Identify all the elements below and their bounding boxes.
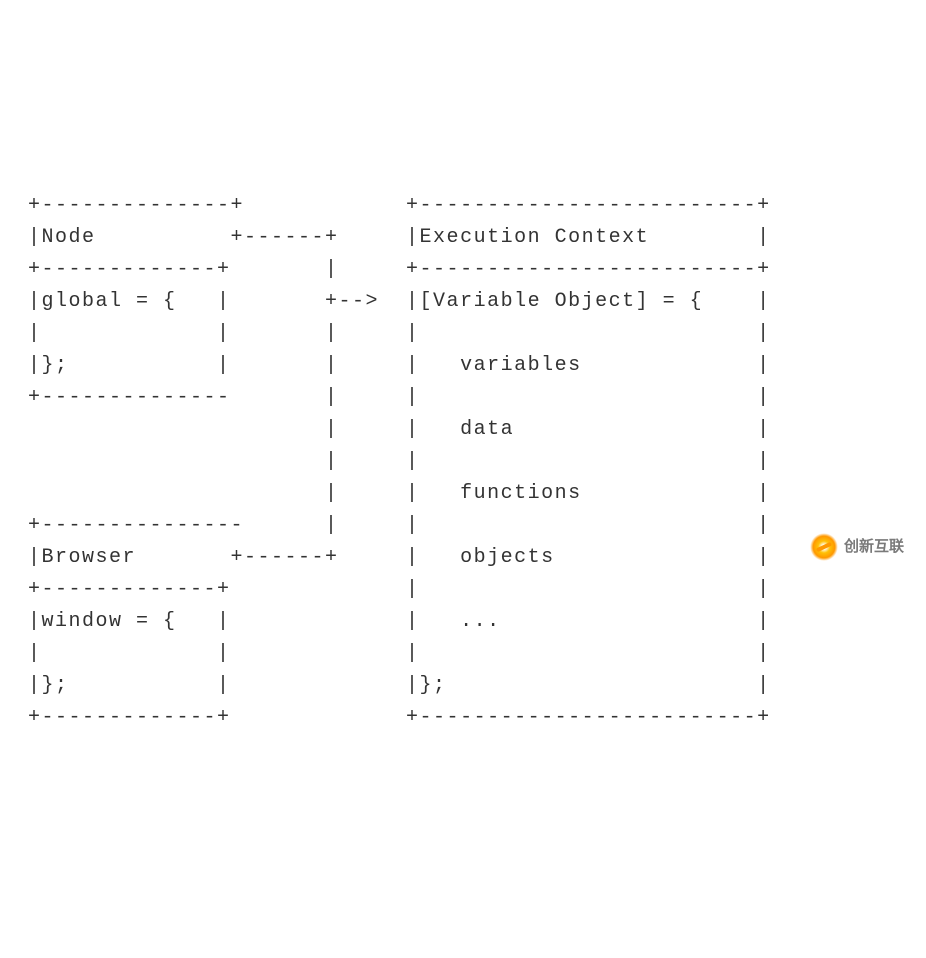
diagram-line: |global = { | +--> |[Variable Object] = … — [28, 290, 771, 313]
diagram-line: |Browser +------+ | objects | — [28, 546, 771, 569]
diagram-line: |window = { | | ... | — [28, 610, 771, 633]
diagram-line: |}; | |}; | — [28, 674, 771, 697]
diagram-line: +-------------+ +-----------------------… — [28, 706, 771, 729]
diagram-line: +--------------+ +----------------------… — [28, 194, 771, 217]
diagram-line: +-------------+ | | — [28, 578, 771, 601]
diagram-line: | | | | | — [28, 322, 771, 345]
diagram-line: | | | — [28, 450, 771, 473]
ascii-diagram: +--------------+ +----------------------… — [28, 158, 898, 734]
diagram-line: | | functions | — [28, 482, 771, 505]
diagram-line: | | | | — [28, 642, 771, 665]
diagram-line: |}; | | | variables | — [28, 354, 771, 377]
diagram-line: +--------------- | | | — [28, 514, 771, 537]
diagram-line: |Node +------+ |Execution Context | — [28, 226, 771, 249]
diagram-line: +-------------- | | | — [28, 386, 771, 409]
watermark: 创新互联 — [810, 531, 904, 563]
spark-icon — [810, 533, 838, 561]
watermark-text: 创新互联 — [844, 531, 904, 563]
diagram-line: | | data | — [28, 418, 771, 441]
diagram-line: +-------------+ | +---------------------… — [28, 258, 771, 281]
